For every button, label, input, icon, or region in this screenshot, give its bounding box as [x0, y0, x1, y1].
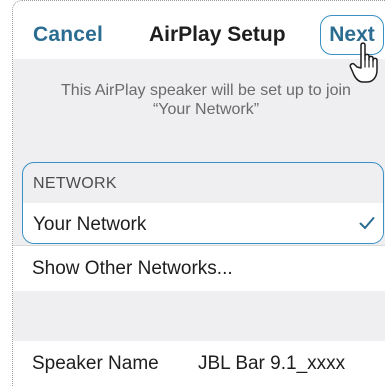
hand-pointer-icon — [349, 42, 378, 83]
speaker-name-row[interactable]: Speaker Name JBL Bar 9.1_xxxx — [13, 341, 385, 386]
airplay-setup-screen: Cancel AirPlay Setup Next This AirPlay s… — [12, 0, 385, 386]
speaker-name-label: Speaker Name — [32, 353, 159, 374]
info-line-1: This AirPlay speaker will be set up to j… — [61, 82, 351, 99]
network-name: Your Network — [33, 214, 147, 235]
show-other-networks-row[interactable]: Show Other Networks... — [13, 245, 385, 291]
network-section-highlight: NETWORK Your Network — [22, 162, 384, 244]
info-line-2: “Your Network” — [152, 101, 260, 118]
cancel-button[interactable]: Cancel — [33, 23, 103, 47]
checkmark-icon — [359, 217, 375, 229]
network-section-header: NETWORK — [33, 175, 117, 192]
speaker-name-value: JBL Bar 9.1_xxxx — [198, 353, 346, 374]
network-row-selected[interactable]: Your Network — [23, 203, 383, 243]
navigation-bar: Cancel AirPlay Setup Next — [13, 1, 385, 59]
setup-info-text: This AirPlay speaker will be set up to j… — [13, 81, 385, 119]
page-title: AirPlay Setup — [149, 23, 286, 46]
show-other-networks-label: Show Other Networks... — [32, 258, 233, 279]
